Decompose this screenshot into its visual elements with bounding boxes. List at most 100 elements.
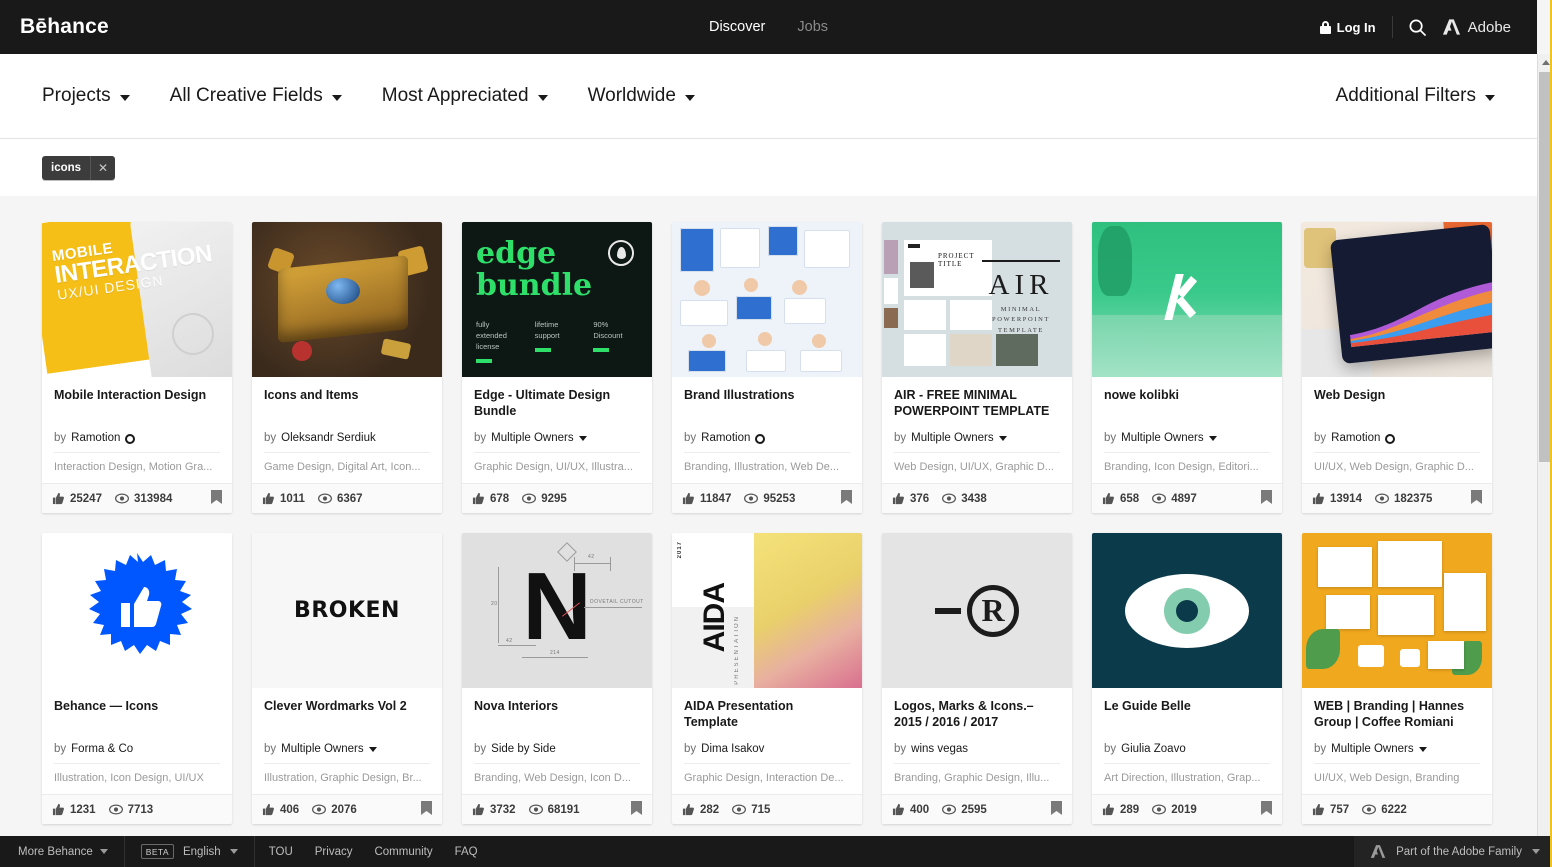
- project-thumbnail[interactable]: [1092, 533, 1282, 688]
- owner-name[interactable]: Multiple Owners: [281, 743, 363, 755]
- save-bookmark-icon[interactable]: [841, 490, 852, 507]
- owner-name[interactable]: Dima Isakov: [701, 743, 764, 755]
- project-card[interactable]: Le Guide Belle by Giulia Zoavo Art Direc…: [1092, 533, 1282, 824]
- save-bookmark-icon[interactable]: [631, 801, 642, 818]
- project-thumbnail[interactable]: edge bundle fully extended license lifet…: [462, 222, 652, 377]
- eye-icon: [1362, 804, 1377, 815]
- project-thumbnail[interactable]: [672, 222, 862, 377]
- project-title[interactable]: Web Design: [1314, 388, 1480, 420]
- project-card[interactable]: Icons and Items by Oleksandr Serdiuk Gam…: [252, 222, 442, 513]
- footer-link-faq[interactable]: FAQ: [455, 846, 478, 858]
- project-fields: UI/UX, Web Design, Graphic D...: [1314, 452, 1480, 483]
- project-thumbnail[interactable]: [1302, 222, 1492, 377]
- project-title[interactable]: Clever Wordmarks Vol 2: [264, 699, 430, 731]
- project-owner: by wins vegas: [894, 731, 1060, 755]
- project-thumbnail[interactable]: [42, 533, 232, 688]
- project-stats: 3732 68191: [462, 794, 652, 824]
- tag-chip-icons[interactable]: icons ✕: [42, 155, 116, 180]
- project-thumbnail[interactable]: [1092, 222, 1282, 377]
- adobe-link[interactable]: Adobe: [1442, 18, 1511, 36]
- save-bookmark-icon[interactable]: [1261, 801, 1272, 818]
- project-thumbnail[interactable]: [1302, 533, 1492, 688]
- chevron-down-icon[interactable]: [1208, 435, 1217, 441]
- project-thumbnail[interactable]: BROKEN: [252, 533, 442, 688]
- project-card[interactable]: Brand Illustrations by Ramotion Branding…: [672, 222, 862, 513]
- project-thumbnail[interactable]: MOBILE INTERACTION UX/UI DESIGN: [42, 222, 232, 377]
- project-card[interactable]: WEB | Branding | Hannes Group | Coffee R…: [1302, 533, 1492, 824]
- project-title[interactable]: nowe kolibki: [1104, 388, 1270, 420]
- project-fields: Branding, Web Design, Icon D...: [474, 763, 640, 794]
- footer-link-community[interactable]: Community: [374, 846, 432, 858]
- project-title[interactable]: AIDA Presentation Template: [684, 699, 850, 731]
- project-card[interactable]: N DOVETAIL CUTOUT 42 20 42 214 Nova Inte…: [462, 533, 652, 824]
- chevron-down-icon[interactable]: [578, 435, 587, 441]
- project-title[interactable]: Mobile Interaction Design: [54, 388, 220, 420]
- project-title[interactable]: AIR - FREE MINIMAL POWERPOINT TEMPLATE: [894, 388, 1060, 420]
- owner-name[interactable]: Multiple Owners: [1121, 432, 1203, 444]
- project-card[interactable]: BROKEN Clever Wordmarks Vol 2 by Multipl…: [252, 533, 442, 824]
- footer-link-tou[interactable]: TOU: [269, 846, 293, 858]
- filter-projects[interactable]: Projects: [42, 85, 130, 107]
- appreciations-stat: 289: [1102, 803, 1139, 816]
- owner-name[interactable]: Oleksandr Serdiuk: [281, 432, 376, 444]
- owner-name[interactable]: Multiple Owners: [911, 432, 993, 444]
- adobe-family-menu[interactable]: Part of the Adobe Family: [1354, 836, 1552, 867]
- appreciations-count: 1011: [280, 492, 305, 505]
- owner-name[interactable]: Ramotion: [1331, 432, 1380, 444]
- project-title[interactable]: Edge - Ultimate Design Bundle: [474, 388, 640, 420]
- owner-name[interactable]: wins vegas: [911, 743, 968, 755]
- footer-link-privacy[interactable]: Privacy: [315, 846, 353, 858]
- project-card[interactable]: Behance — Icons by Forma & Co Illustrati…: [42, 533, 232, 824]
- project-thumbnail[interactable]: 2017 AIDA PRESENTATION: [672, 533, 862, 688]
- project-stats: 25247 313984: [42, 483, 232, 513]
- save-bookmark-icon[interactable]: [1471, 490, 1482, 507]
- project-title[interactable]: Le Guide Belle: [1104, 699, 1270, 731]
- save-bookmark-icon[interactable]: [421, 801, 432, 818]
- owner-name[interactable]: Forma & Co: [71, 743, 133, 755]
- owner-name[interactable]: Giulia Zoavo: [1121, 743, 1186, 755]
- save-bookmark-icon[interactable]: [1051, 801, 1062, 818]
- project-thumbnail[interactable]: PROJECT TITLE AIR MINIMAL POWERPOINT TEM…: [882, 222, 1072, 377]
- project-thumbnail[interactable]: [252, 222, 442, 377]
- project-title[interactable]: Brand Illustrations: [684, 388, 850, 420]
- project-card[interactable]: R Logos, Marks & Icons.– 2015 / 2016 / 2…: [882, 533, 1072, 824]
- more-behance-menu[interactable]: More Behance: [0, 836, 124, 867]
- views-count: 313984: [133, 492, 173, 505]
- views-count: 2019: [1171, 803, 1197, 816]
- project-owner: by Ramotion: [54, 420, 220, 444]
- owner-name[interactable]: Ramotion: [71, 432, 120, 444]
- project-title[interactable]: WEB | Branding | Hannes Group | Coffee R…: [1314, 699, 1480, 731]
- save-bookmark-icon[interactable]: [1261, 490, 1272, 507]
- project-card[interactable]: nowe kolibki by Multiple Owners Branding…: [1092, 222, 1282, 513]
- project-card[interactable]: 2017 AIDA PRESENTATION AIDA Presentation…: [672, 533, 862, 824]
- chevron-down-icon[interactable]: [1418, 746, 1427, 752]
- nav-link-jobs[interactable]: Jobs: [797, 19, 828, 35]
- filter-location[interactable]: Worldwide: [588, 85, 695, 107]
- behance-logo[interactable]: Bēhance: [20, 15, 109, 39]
- nav-link-discover[interactable]: Discover: [709, 19, 765, 35]
- project-title[interactable]: Behance — Icons: [54, 699, 220, 731]
- owner-name[interactable]: Ramotion: [701, 432, 750, 444]
- project-thumbnail[interactable]: R: [882, 533, 1072, 688]
- filter-sort[interactable]: Most Appreciated: [382, 85, 548, 107]
- project-title[interactable]: Icons and Items: [264, 388, 430, 420]
- project-card[interactable]: MOBILE INTERACTION UX/UI DESIGN Mobile I…: [42, 222, 232, 513]
- project-title[interactable]: Nova Interiors: [474, 699, 640, 731]
- filter-creative-fields[interactable]: All Creative Fields: [170, 85, 342, 107]
- additional-filters-button[interactable]: Additional Filters: [1336, 85, 1495, 107]
- owner-name[interactable]: Multiple Owners: [1331, 743, 1413, 755]
- project-title[interactable]: Logos, Marks & Icons.– 2015 / 2016 / 201…: [894, 699, 1060, 731]
- language-selector[interactable]: BETA English: [125, 836, 254, 867]
- owner-name[interactable]: Multiple Owners: [491, 432, 573, 444]
- chevron-down-icon[interactable]: [998, 435, 1007, 441]
- owner-name[interactable]: Side by Side: [491, 743, 556, 755]
- save-bookmark-icon[interactable]: [211, 490, 222, 507]
- chevron-down-icon[interactable]: [368, 746, 377, 752]
- tag-remove-icon[interactable]: ✕: [90, 155, 116, 180]
- project-card[interactable]: Web Design by Ramotion UI/UX, Web Design…: [1302, 222, 1492, 513]
- login-button[interactable]: Log In: [1319, 20, 1392, 35]
- project-card[interactable]: edge bundle fully extended license lifet…: [462, 222, 652, 513]
- search-icon[interactable]: [1393, 18, 1442, 37]
- project-card[interactable]: PROJECT TITLE AIR MINIMAL POWERPOINT TEM…: [882, 222, 1072, 513]
- project-thumbnail[interactable]: N DOVETAIL CUTOUT 42 20 42 214: [462, 533, 652, 688]
